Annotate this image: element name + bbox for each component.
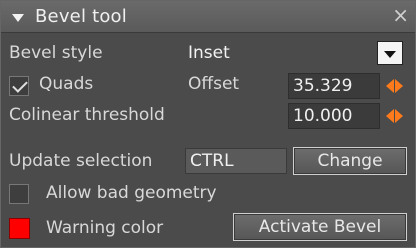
colinear-threshold-spinner-icon[interactable] [384, 103, 406, 129]
offset-spinner-icon[interactable] [384, 73, 406, 99]
quads-label: Quads [39, 74, 94, 94]
activate-bevel-button[interactable]: Activate Bevel [233, 213, 407, 241]
bevel-style-dropdown-button[interactable] [377, 41, 403, 65]
warning-color-label: Warning color [46, 218, 164, 238]
close-icon[interactable]: × [392, 3, 409, 27]
collapse-arrow-icon[interactable] [12, 14, 24, 22]
bevel-tool-panel: Bevel tool × Bevel style Inset Quads Off… [0, 0, 416, 248]
panel-title: Bevel tool [35, 6, 127, 27]
bevel-style-label: Bevel style [9, 43, 103, 63]
allow-bad-geometry-checkbox[interactable] [9, 184, 29, 204]
colinear-threshold-label: Colinear threshold [9, 105, 165, 125]
bevel-style-value[interactable]: Inset [188, 43, 230, 63]
offset-label: Offset [188, 74, 240, 94]
update-selection-label: Update selection [9, 151, 153, 171]
colinear-threshold-field[interactable]: 10.000 [288, 103, 380, 129]
update-selection-key-field: CTRL [185, 148, 287, 174]
panel-title-bar[interactable]: Bevel tool × [1, 1, 415, 33]
warning-color-swatch[interactable] [9, 218, 30, 239]
allow-bad-geometry-label: Allow bad geometry [46, 183, 217, 203]
change-button[interactable]: Change [293, 147, 407, 175]
quads-checkbox[interactable] [9, 76, 29, 96]
offset-field[interactable]: 35.329 [288, 73, 380, 99]
